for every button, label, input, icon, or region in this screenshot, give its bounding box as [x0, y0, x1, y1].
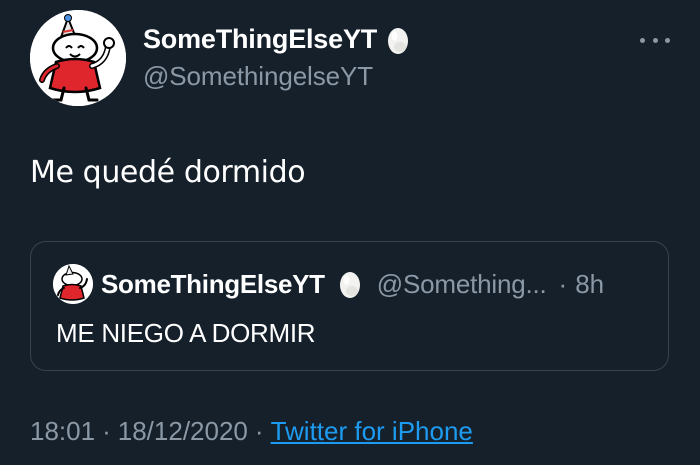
- quoted-author-avatar[interactable]: [53, 264, 93, 304]
- egg-icon: [388, 27, 409, 54]
- quoted-timestamp[interactable]: 8h: [575, 269, 604, 300]
- author-avatar[interactable]: [30, 10, 126, 106]
- quoted-tweet-text: ME NIEGO A DORMIR: [56, 318, 316, 348]
- quoted-tweet[interactable]: SomeThingElseYT @Something... · 8h ME NI…: [30, 241, 669, 371]
- tweet-source-link[interactable]: Twitter for iPhone: [271, 416, 473, 447]
- author-display-name[interactable]: SomeThingElseYT: [143, 24, 377, 55]
- tweet-date[interactable]: 18/12/2020: [118, 416, 248, 447]
- quoted-tweet-header: SomeThingElseYT @Something... · 8h: [53, 264, 604, 304]
- separator-dot: ·: [102, 416, 111, 446]
- tweet-card: SomeThingElseYT @SomethingelseYT Me qued…: [0, 0, 700, 465]
- separator-dot: ·: [254, 416, 264, 446]
- egg-icon: [339, 272, 360, 298]
- tweet-metadata: 18:01 · 18/12/2020 · Twitter for iPhone: [30, 416, 473, 447]
- more-options-button[interactable]: [640, 28, 670, 52]
- dot-icon: [640, 37, 645, 43]
- quoted-display-name[interactable]: SomeThingElseYT: [101, 269, 325, 300]
- author-handle[interactable]: @SomethingelseYT: [143, 61, 373, 92]
- cartoon-character-icon: [53, 264, 93, 304]
- dot-icon: [652, 37, 658, 43]
- tweet-text: Me quedé dormido: [30, 155, 306, 190]
- separator-dot: ·: [558, 268, 568, 299]
- cartoon-character-icon: [30, 10, 126, 106]
- author-name-row: SomeThingElseYT: [143, 24, 409, 55]
- quoted-handle[interactable]: @Something...: [377, 269, 547, 300]
- tweet-time[interactable]: 18:01: [30, 416, 95, 447]
- dot-icon: [665, 37, 670, 43]
